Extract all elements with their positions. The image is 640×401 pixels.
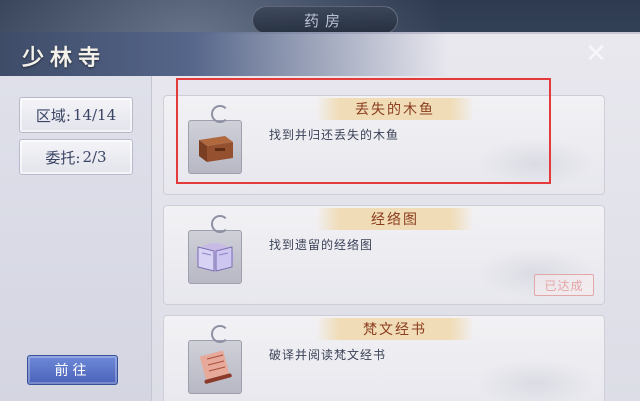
quest-description: 找到并归还丢失的木鱼 [269, 128, 400, 142]
quest-icon-frame [188, 215, 242, 284]
wooden-fish-chest-icon [199, 136, 233, 162]
quest-card-meridian-chart[interactable]: 经络图 找到遗留的经络图 已达成 [163, 205, 605, 305]
close-icon: ✕ [585, 39, 607, 69]
quest-icon-frame [188, 105, 242, 174]
quest-description: 破译并阅读梵文经书 [269, 348, 387, 362]
cloud-decoration [476, 138, 596, 188]
commission-stat: 委托: 2/3 [19, 139, 133, 175]
commission-stat-value: 2/3 [82, 148, 107, 166]
quest-title: 丢失的木鱼 [316, 98, 474, 120]
panel-title: 少林寺 [22, 45, 107, 71]
sanskrit-scroll-icon [199, 350, 232, 384]
region-stat: 区域: 14/14 [19, 97, 133, 133]
quest-card-sanskrit-scripture[interactable]: 梵文经书 破译并阅读梵文经书 [163, 315, 605, 401]
quest-card-lost-wooden-fish[interactable]: 丢失的木鱼 找到并归还丢失的木鱼 [163, 95, 605, 195]
top-location-banner: 药房 [252, 6, 398, 34]
close-button[interactable]: ✕ [582, 40, 610, 68]
quest-icon-frame [188, 325, 242, 394]
meridian-book-icon [196, 243, 234, 272]
completed-stamp: 已达成 [534, 274, 594, 296]
commission-stat-label: 委托: [45, 148, 81, 167]
quest-description: 找到遗留的经络图 [269, 238, 374, 252]
go-button[interactable]: 前往 [27, 355, 118, 385]
region-stat-value: 14/14 [72, 106, 117, 124]
quest-title: 梵文经书 [316, 318, 474, 340]
quest-title: 经络图 [316, 208, 474, 230]
cloud-decoration [476, 358, 596, 401]
region-stat-label: 区域: [35, 106, 71, 125]
quest-list: 丢失的木鱼 找到并归还丢失的木鱼 经络图 找到遗留的经络图 已达成 梵文经书 破… [163, 90, 605, 401]
